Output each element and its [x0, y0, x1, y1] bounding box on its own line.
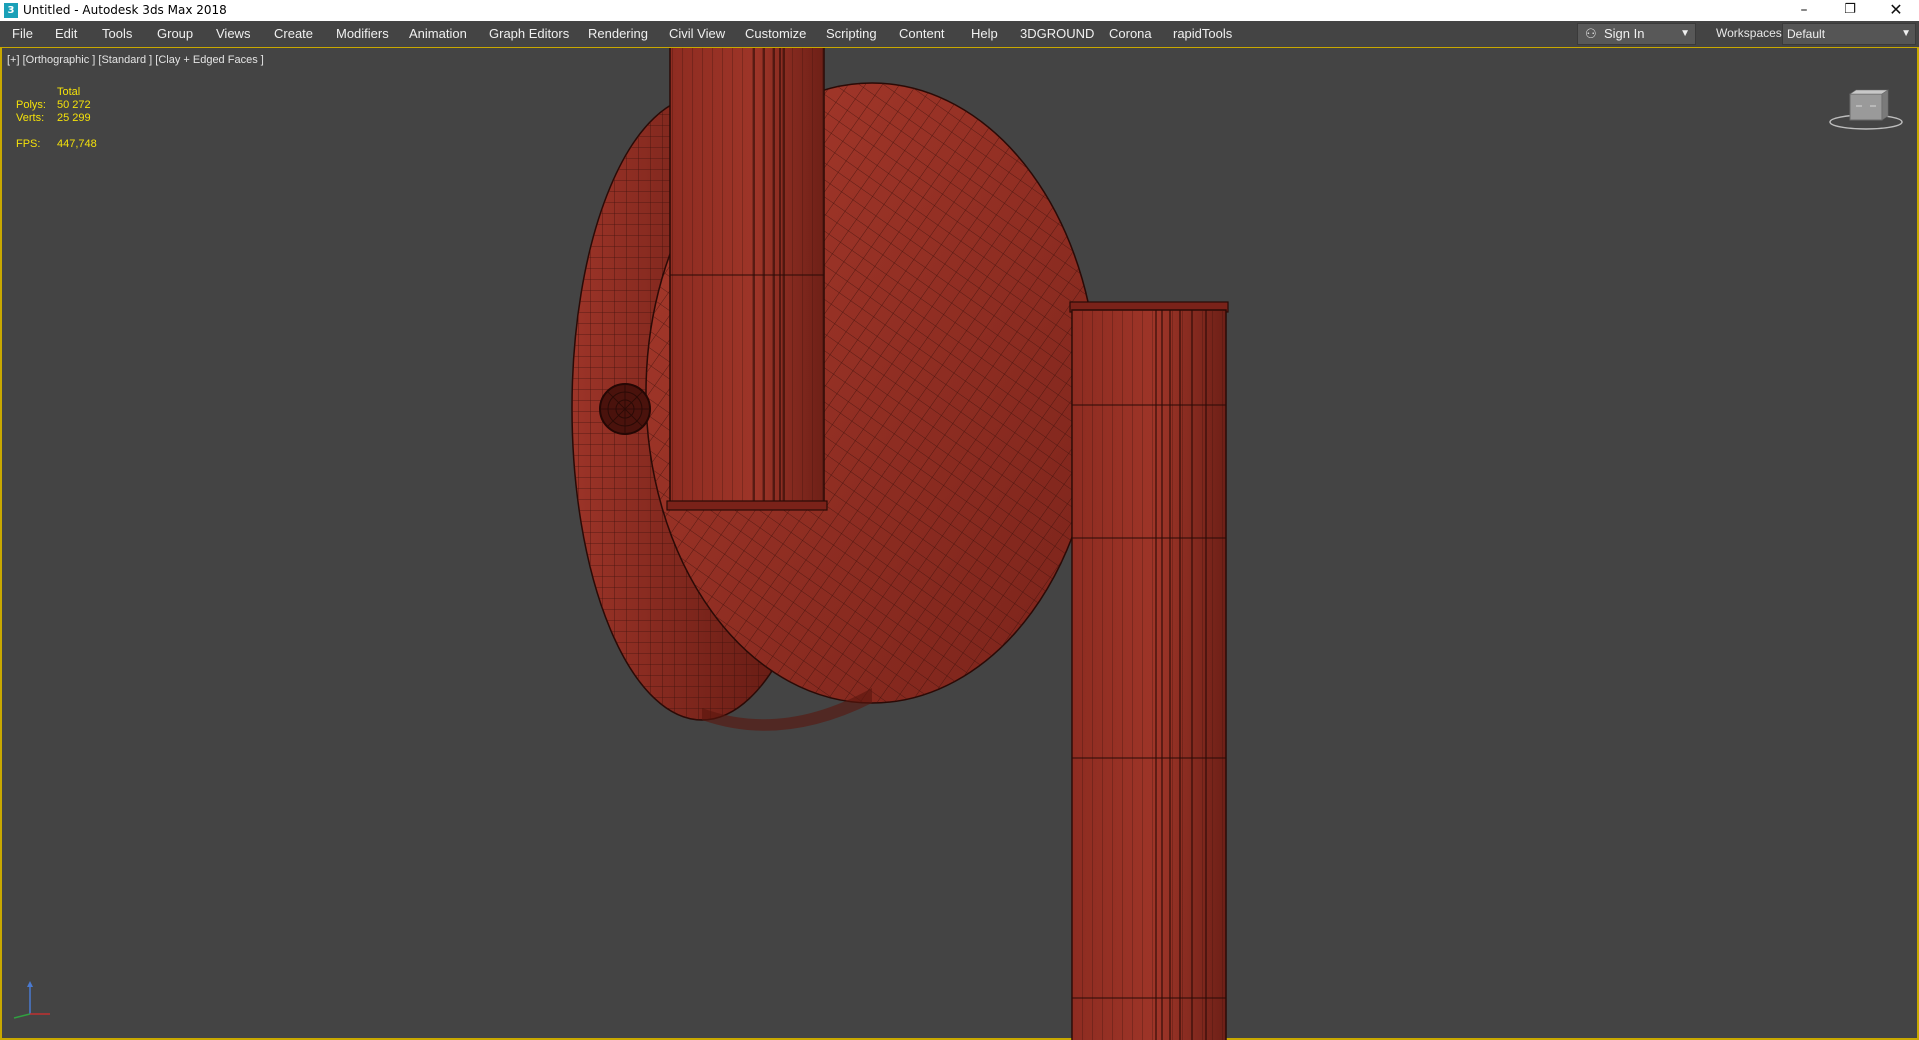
menu-create[interactable]: Create — [274, 25, 313, 43]
app-window: 3 Untitled - Autodesk 3ds Max 2018 – ❐ ✕… — [0, 0, 1919, 1040]
scene-mesh[interactable] — [2, 48, 1917, 1040]
menu-edit[interactable]: Edit — [55, 25, 77, 43]
perspective-viewport[interactable]: [+] [Orthographic ] [Standard ] [Clay + … — [0, 47, 1919, 1040]
menu-corona[interactable]: Corona — [1109, 25, 1152, 43]
fps-label: FPS: — [16, 138, 41, 150]
chevron-down-icon: ▼ — [1901, 28, 1911, 39]
menu-modifiers[interactable]: Modifiers — [336, 25, 389, 43]
axis-tripod-icon — [13, 981, 50, 1019]
menu-content[interactable]: Content — [899, 25, 945, 43]
menu-animation[interactable]: Animation — [409, 25, 467, 43]
menu-rendering[interactable]: Rendering — [588, 25, 648, 43]
menu-help[interactable]: Help — [971, 25, 998, 43]
knob — [599, 383, 651, 435]
viewcube-icon[interactable] — [1826, 86, 1906, 134]
workspaces-label: Workspaces: — [1716, 26, 1786, 40]
upper-post — [666, 48, 828, 511]
app-logo-icon: 3 — [4, 3, 18, 18]
window-title: Untitled - Autodesk 3ds Max 2018 — [23, 3, 227, 17]
minimize-button[interactable]: – — [1781, 0, 1827, 21]
close-button[interactable]: ✕ — [1873, 0, 1919, 21]
verts-label: Verts: — [16, 112, 45, 124]
menu-views[interactable]: Views — [216, 25, 250, 43]
sign-in-label: Sign In — [1604, 26, 1645, 41]
restore-button[interactable]: ❐ — [1827, 0, 1873, 21]
polys-value: 50 272 — [57, 99, 91, 111]
user-icon: ⚇ — [1585, 26, 1597, 41]
menu-bar: File Edit Tools Group Views Create Modif… — [0, 21, 1919, 48]
menu-group[interactable]: Group — [157, 25, 193, 43]
lower-post — [1069, 301, 1229, 1040]
menu-rapidtools[interactable]: rapidTools — [1173, 25, 1232, 43]
workspace-dropdown[interactable]: Default ▼ — [1782, 23, 1916, 45]
menu-tools[interactable]: Tools — [102, 25, 132, 43]
menu-3dground[interactable]: 3DGROUND — [1020, 25, 1094, 43]
menu-customize[interactable]: Customize — [745, 25, 806, 43]
verts-value: 25 299 — [57, 112, 91, 124]
workspace-value: Default — [1787, 27, 1826, 41]
title-bar: 3 Untitled - Autodesk 3ds Max 2018 – ❐ ✕ — [0, 0, 1919, 21]
menu-scripting[interactable]: Scripting — [826, 25, 877, 43]
viewport-label-menu[interactable]: [+] [Orthographic ] [Standard ] [Clay + … — [7, 54, 264, 66]
menu-graph-editors[interactable]: Graph Editors — [489, 25, 569, 43]
polys-label: Polys: — [16, 99, 46, 111]
stats-header: Total — [57, 86, 81, 98]
sign-in-button[interactable]: ⚇ Sign In ▼ — [1577, 23, 1696, 45]
menu-file[interactable]: File — [12, 25, 33, 43]
menu-civil-view[interactable]: Civil View — [669, 25, 725, 43]
fps-value: 447,748 — [57, 138, 97, 150]
chevron-down-icon: ▼ — [1680, 28, 1690, 39]
